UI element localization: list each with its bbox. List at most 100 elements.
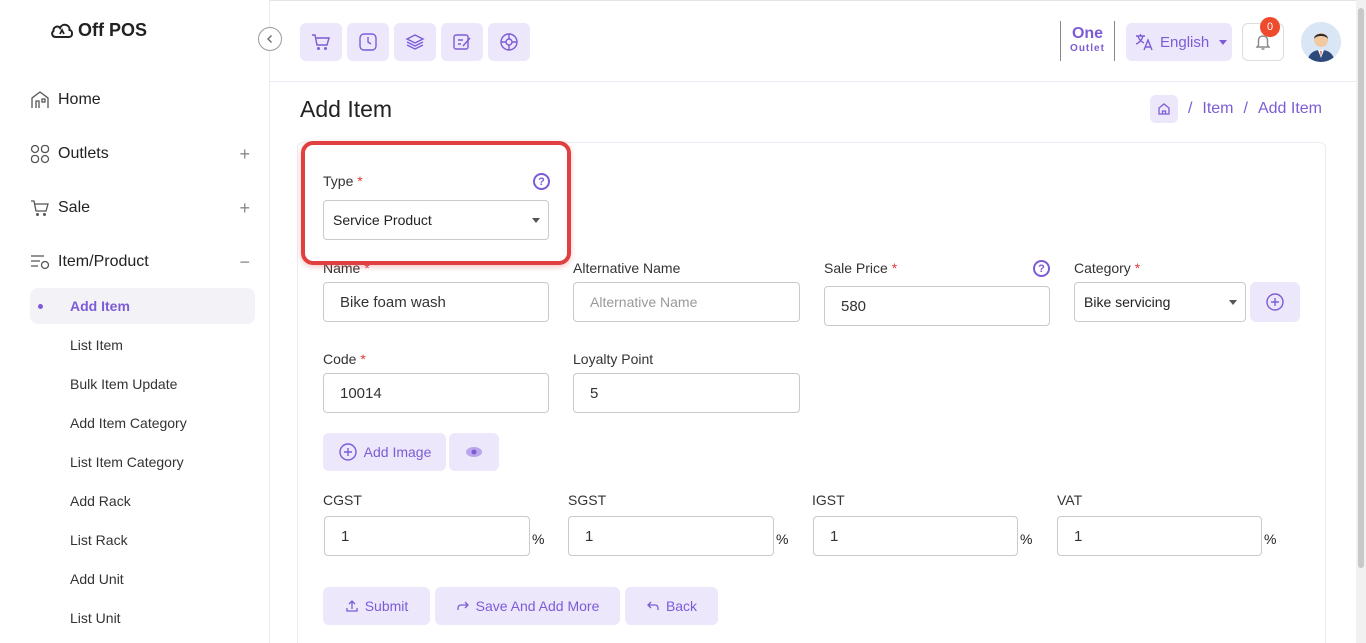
sidebar-item-item-product[interactable]: Item/Product −: [30, 250, 250, 274]
sidebar-subitem-add-unit[interactable]: Add Unit: [70, 571, 124, 587]
app-root: Off POS Home Outlets + Sale + Item/Produ…: [0, 0, 1366, 643]
alternative-name-input[interactable]: Alternative Name: [573, 282, 800, 322]
category-select-value: Bike servicing: [1084, 294, 1171, 310]
breadcrumb-home[interactable]: [1149, 95, 1178, 123]
vat-unit: %: [1264, 531, 1277, 547]
alternative-name-label: Alternative Name: [573, 260, 681, 276]
layers-icon: [405, 34, 425, 50]
sidebar-item-outlets[interactable]: Outlets +: [30, 142, 250, 166]
sidebar-item-sale[interactable]: Sale +: [30, 196, 250, 220]
sidebar-subitem-list-unit[interactable]: List Unit: [70, 610, 121, 626]
active-dot: [38, 304, 43, 309]
expand-icon[interactable]: +: [239, 198, 250, 219]
page-title: Add Item: [300, 96, 393, 122]
sidebar-subitem-bulk-item-update[interactable]: Bulk Item Update: [70, 376, 177, 392]
sidebar-subitem-list-rack[interactable]: List Rack: [70, 532, 128, 548]
eye-icon: [466, 447, 482, 457]
back-icon: [647, 601, 659, 610]
cloud-logo-icon: [51, 23, 74, 38]
home-icon: [1158, 103, 1170, 115]
sidebar-item-label: Home: [58, 91, 101, 108]
sidebar-collapse-button[interactable]: [258, 27, 282, 51]
aperture-icon: [500, 33, 518, 51]
category-select[interactable]: Bike servicing: [1074, 282, 1246, 322]
category-label: Category *: [1074, 260, 1141, 276]
back-label: Back: [665, 598, 698, 614]
sale-price-label: Sale Price *: [824, 260, 898, 276]
language-label: English: [1160, 33, 1210, 51]
grid-icon: [30, 144, 50, 164]
chevron-down-icon: [1219, 39, 1228, 45]
breadcrumb-separator: /: [1243, 100, 1248, 117]
save-and-add-more-button[interactable]: Save And Add More: [435, 587, 620, 625]
clock-icon: [359, 33, 377, 51]
translate-icon: [1135, 34, 1153, 51]
brand-name: Off POS: [78, 20, 148, 40]
home-icon: [30, 90, 50, 110]
sidebar-subitem-add-item-category[interactable]: Add Item Category: [70, 415, 187, 431]
plus-circle-icon: [1266, 293, 1284, 311]
expand-icon[interactable]: +: [239, 144, 250, 165]
sidebar: Off POS Home Outlets + Sale + Item/Produ…: [0, 0, 270, 643]
user-avatar[interactable]: [1301, 22, 1341, 62]
scrollbar-thumb[interactable]: [1358, 8, 1364, 568]
submit-label: Submit: [364, 598, 409, 614]
vat-input[interactable]: 1: [1057, 516, 1262, 556]
attendance-button[interactable]: [347, 23, 389, 61]
plus-circle-icon: [338, 443, 357, 461]
cgst-label: CGST: [323, 492, 362, 508]
cart-icon: [30, 198, 50, 218]
forward-icon: [456, 601, 469, 610]
add-category-button[interactable]: [1250, 282, 1300, 322]
sidebar-item-label: Outlets: [58, 145, 109, 162]
sgst-label: SGST: [568, 492, 607, 508]
code-input[interactable]: 10014: [323, 373, 549, 413]
breadcrumb-current: Add Item: [1257, 100, 1322, 117]
chevron-left-icon: [267, 35, 272, 43]
vat-label: VAT: [1057, 492, 1083, 508]
breadcrumb-separator: /: [1187, 100, 1193, 117]
chevron-down-icon: [1229, 300, 1237, 305]
igst-input[interactable]: 1: [813, 516, 1018, 556]
submit-button[interactable]: Submit: [323, 587, 430, 625]
sidebar-item-home[interactable]: Home: [30, 88, 250, 112]
igst-unit: %: [1020, 531, 1033, 547]
save-and-add-more-label: Save And Add More: [475, 598, 600, 614]
back-button[interactable]: Back: [625, 587, 718, 625]
list-icon: [30, 252, 50, 272]
sidebar-subitem-list-item[interactable]: List Item: [70, 337, 123, 353]
user-avatar-icon: [1301, 22, 1341, 62]
sidebar-subitem-add-rack[interactable]: Add Rack: [70, 493, 131, 509]
breadcrumb: / Item / Add Item: [1149, 95, 1322, 123]
notes-button[interactable]: [441, 23, 483, 61]
highlight-box: [301, 141, 571, 265]
loyalty-point-input[interactable]: 5: [573, 373, 800, 413]
language-dropdown[interactable]: English: [1126, 23, 1232, 61]
code-label: Code *: [323, 351, 366, 367]
brand-logo[interactable]: Off POS: [50, 20, 147, 41]
sidebar-subitem-label: Add Item: [70, 298, 130, 314]
dashboard-button[interactable]: [488, 23, 530, 61]
sale-price-input[interactable]: 580: [824, 286, 1050, 326]
preview-image-button[interactable]: [449, 433, 499, 471]
page-scrollbar[interactable]: [1356, 0, 1366, 643]
sidebar-item-label: Sale: [58, 199, 91, 216]
cart-icon: [312, 34, 330, 50]
sgst-input[interactable]: 1: [568, 516, 774, 556]
name-input[interactable]: Bike foam wash: [323, 282, 549, 322]
upload-icon: [346, 600, 358, 612]
cgst-input[interactable]: 1: [324, 516, 530, 556]
sidebar-item-label: Item/Product: [58, 253, 149, 270]
stock-button[interactable]: [394, 23, 436, 61]
edit-icon: [453, 34, 471, 50]
sidebar-subitem-add-item[interactable]: Add Item: [30, 288, 255, 324]
notification-count-badge: 0: [1260, 17, 1280, 37]
pos-cart-button[interactable]: [300, 23, 342, 61]
help-icon[interactable]: ?: [1033, 260, 1050, 277]
add-image-label: Add Image: [363, 444, 432, 460]
outlet-indicator[interactable]: One Outlet: [1060, 21, 1115, 61]
add-image-button[interactable]: Add Image: [323, 433, 446, 471]
collapse-icon[interactable]: −: [239, 252, 250, 273]
sidebar-subitem-list-item-category[interactable]: List Item Category: [70, 454, 184, 470]
breadcrumb-item[interactable]: Item: [1202, 100, 1233, 118]
